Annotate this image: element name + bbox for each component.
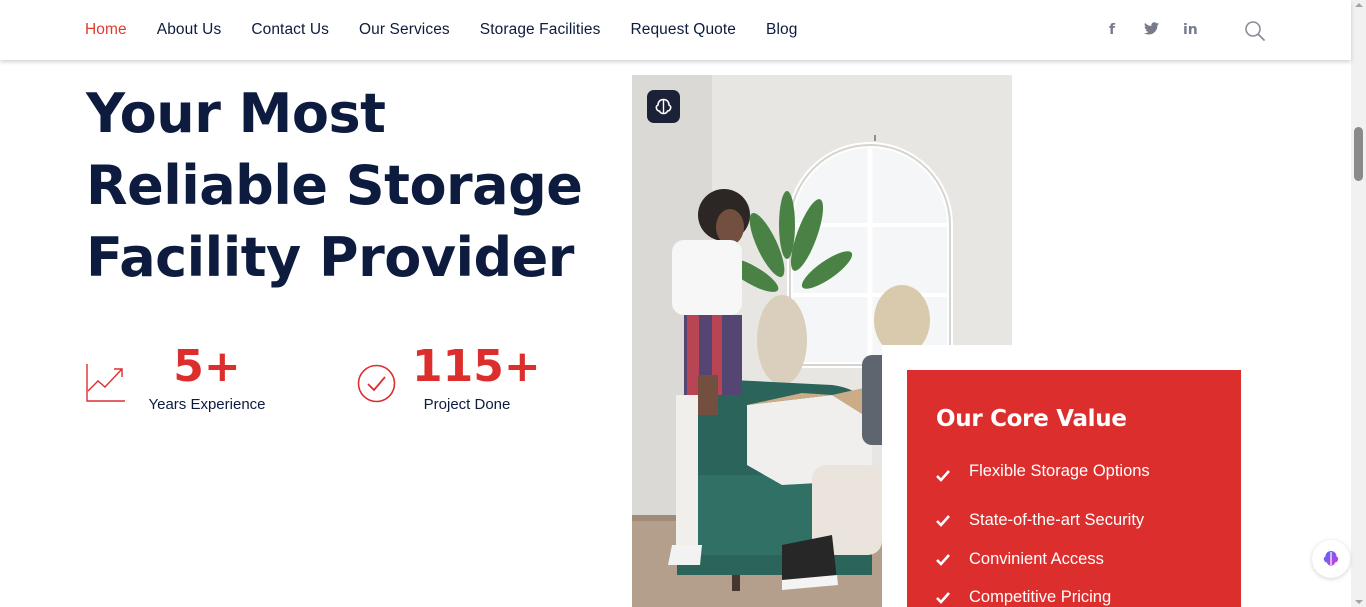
check-icon [936,514,950,527]
search-icon[interactable] [1244,20,1266,42]
nav-home[interactable]: Home [85,21,127,39]
core-value-title: Our Core Value [936,406,1127,432]
ai-badge-icon[interactable] [647,90,680,123]
stat-value: 115+ [412,341,541,392]
check-icon [936,553,950,566]
scroll-thumb[interactable] [1354,127,1363,181]
core-value-item: State-of-the-art Security [935,511,1144,530]
stat-label: Years Experience [148,396,266,413]
core-value-label: Competitive Pricing [969,588,1112,606]
nav-blog[interactable]: Blog [766,21,797,39]
stat-project-done: 115+ Project Done [412,341,541,414]
core-value-item: Competitive Pricing [935,588,1111,607]
stat-label: Project Done [423,396,511,413]
chart-growth-icon [86,364,125,402]
core-value-panel: Our Core Value Flexible Storage Options … [907,370,1241,607]
core-value-label: Flexible Storage Options [969,461,1150,480]
nav-request-quote[interactable]: Request Quote [630,21,736,39]
check-circle-icon [357,364,396,403]
brain-icon [1323,551,1339,566]
core-value-item: Flexible Storage Options [935,458,1150,484]
stat-value: 5+ [173,341,241,392]
check-icon [936,470,950,482]
nav-contact-us[interactable]: Contact Us [251,21,329,39]
nav-storage-facilities[interactable]: Storage Facilities [480,21,601,39]
core-value-label: Convinient Access [969,550,1104,568]
nav-about-us[interactable]: About Us [157,21,222,39]
social-links: f in [1080,0,1198,60]
nav-our-services[interactable]: Our Services [359,21,450,39]
check-icon [936,591,950,604]
core-value-item: Convinient Access [935,550,1104,569]
stat-years-experience: 5+ Years Experience [147,341,267,414]
site-header: Home About Us Contact Us Our Services St… [0,0,1351,60]
hero-title-line-1: Your Most [86,82,386,145]
scroll-up-arrow-icon[interactable] [1355,3,1363,7]
hero-title: Your Most Reliable Storage Facility Prov… [86,78,606,294]
main-nav: Home About Us Contact Us Our Services St… [85,0,827,60]
linkedin-icon[interactable]: in [1183,22,1198,38]
twitter-icon[interactable] [1144,21,1159,39]
page-scrollbar[interactable] [1351,0,1366,607]
hero-title-line-3: Facility Provider [86,226,574,289]
assistant-bubble[interactable] [1312,540,1350,578]
scroll-down-arrow-icon[interactable] [1355,600,1363,604]
hero-title-line-2: Reliable Storage [86,154,583,217]
facebook-icon[interactable]: f [1105,22,1119,38]
core-value-label: State-of-the-art Security [969,511,1145,529]
